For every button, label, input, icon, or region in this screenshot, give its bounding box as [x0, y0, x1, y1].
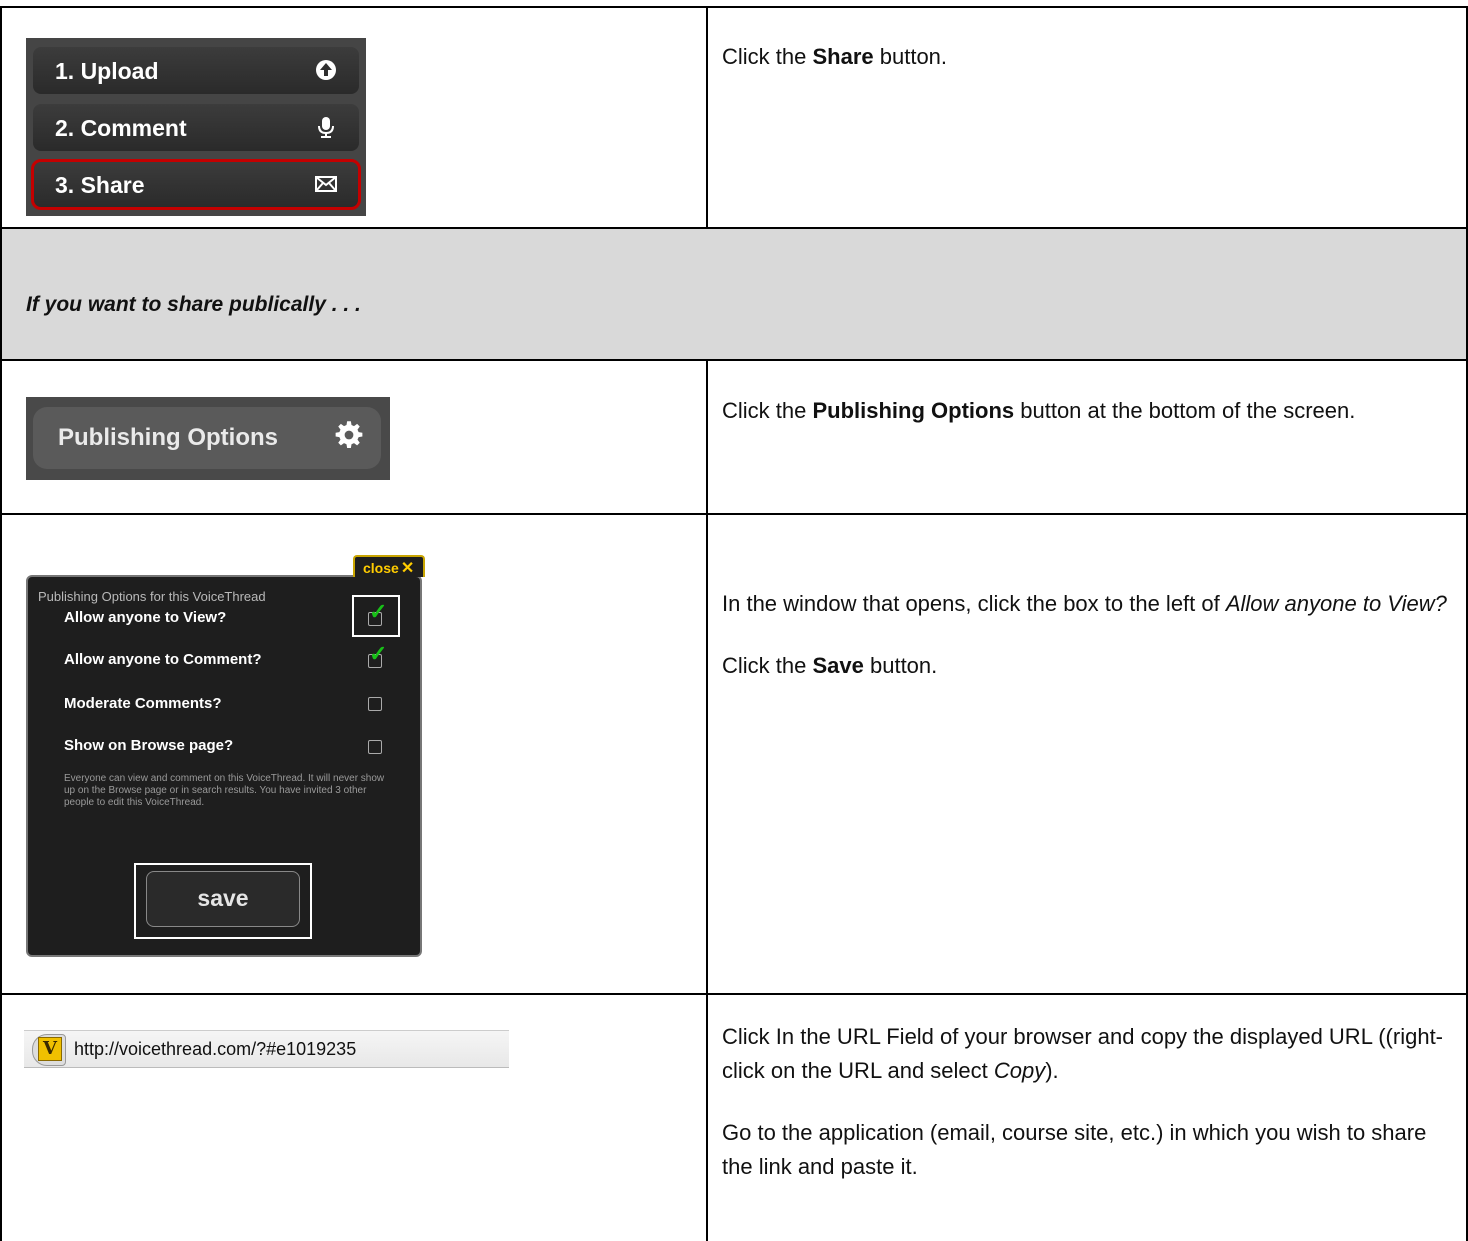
step-label: 1. Upload	[55, 58, 159, 84]
url-text[interactable]: http://voicethread.com/?#e1019235	[74, 1039, 356, 1060]
checkmark-icon: ✓	[369, 641, 388, 666]
instruction-bold: Publishing Options	[812, 398, 1015, 423]
publishing-instruction: Click the Publishing Options button at t…	[722, 394, 1457, 428]
column-divider	[706, 6, 708, 228]
table-border-left	[0, 6, 2, 1241]
instruction-text: ).	[1045, 1058, 1059, 1083]
instruction-bold: Save	[812, 653, 864, 678]
save-button[interactable]: save	[146, 871, 300, 927]
close-label: close	[363, 560, 399, 576]
comment-step-button[interactable]: 2. Comment	[33, 104, 359, 151]
upload-circle-icon	[313, 58, 339, 84]
option-label: Allow anyone to View?	[64, 609, 227, 626]
instruction-text: Click the	[722, 653, 813, 678]
voicethread-logo-icon: V	[38, 1037, 62, 1061]
moderate-checkbox[interactable]	[368, 697, 382, 711]
dialog-description: Everyone can view and comment on this Vo…	[64, 773, 385, 808]
instruction-text: button.	[873, 44, 948, 69]
steps-panel-screenshot: 1. Upload 2. Comment 3. Share	[26, 38, 366, 216]
publishing-options-screenshot: Publishing Options	[26, 397, 390, 480]
gear-icon	[334, 420, 364, 458]
microphone-icon	[313, 115, 339, 141]
browse-checkbox[interactable]	[368, 740, 382, 754]
instruction-text: Click the	[722, 398, 813, 423]
option-label: Moderate Comments?	[64, 695, 222, 712]
publishing-options-dialog: close ✕ Publishing Options for this Voice…	[26, 555, 425, 957]
dialog-title: Publishing Options for this VoiceThread	[38, 589, 266, 604]
step-label: 2. Comment	[55, 115, 187, 141]
instruction-text: button.	[863, 653, 938, 678]
instruction-text: Go to the application (email, course sit…	[722, 1120, 1427, 1179]
instruction-italic: Allow anyone to View?	[1225, 591, 1447, 616]
instruction-text: Click In the URL Field of your browser a…	[722, 1024, 1444, 1083]
share-step-button[interactable]: 3. Share	[31, 159, 361, 210]
row-divider	[0, 513, 1468, 515]
upload-step-button[interactable]: 1. Upload	[33, 47, 359, 94]
instruction-text: button at the bottom of the screen.	[1014, 398, 1356, 423]
row-divider	[0, 359, 1468, 361]
highlight-box	[352, 595, 400, 637]
publishing-options-label: Publishing Options	[58, 424, 278, 451]
instruction-text: In the window that opens, click the box …	[722, 591, 1226, 616]
row-divider	[0, 993, 1468, 995]
instruction-bold: Share	[812, 44, 874, 69]
step-label: 3. Share	[55, 172, 145, 198]
envelope-icon	[313, 172, 339, 198]
url-instruction: Click In the URL Field of your browser a…	[722, 1020, 1457, 1184]
dialog-instruction: In the window that opens, click the box …	[722, 587, 1457, 683]
instruction-italic: Copy	[993, 1058, 1046, 1083]
option-label: Allow anyone to Comment?	[64, 651, 262, 668]
publishing-options-button[interactable]: Publishing Options	[33, 407, 381, 469]
close-button[interactable]: close ✕	[353, 555, 425, 577]
close-icon: ✕	[400, 560, 415, 577]
browser-url-bar[interactable]: V http://voicethread.com/?#e1019235	[24, 1030, 509, 1068]
column-divider	[706, 359, 708, 1241]
row-divider	[0, 227, 1468, 229]
table-border-top	[0, 6, 1468, 8]
instruction-text: Click the	[722, 44, 813, 69]
share-instruction: Click the Share button.	[722, 40, 1457, 74]
section-heading: If you want to share publically . . .	[26, 293, 361, 316]
option-label: Show on Browse page?	[64, 737, 234, 754]
